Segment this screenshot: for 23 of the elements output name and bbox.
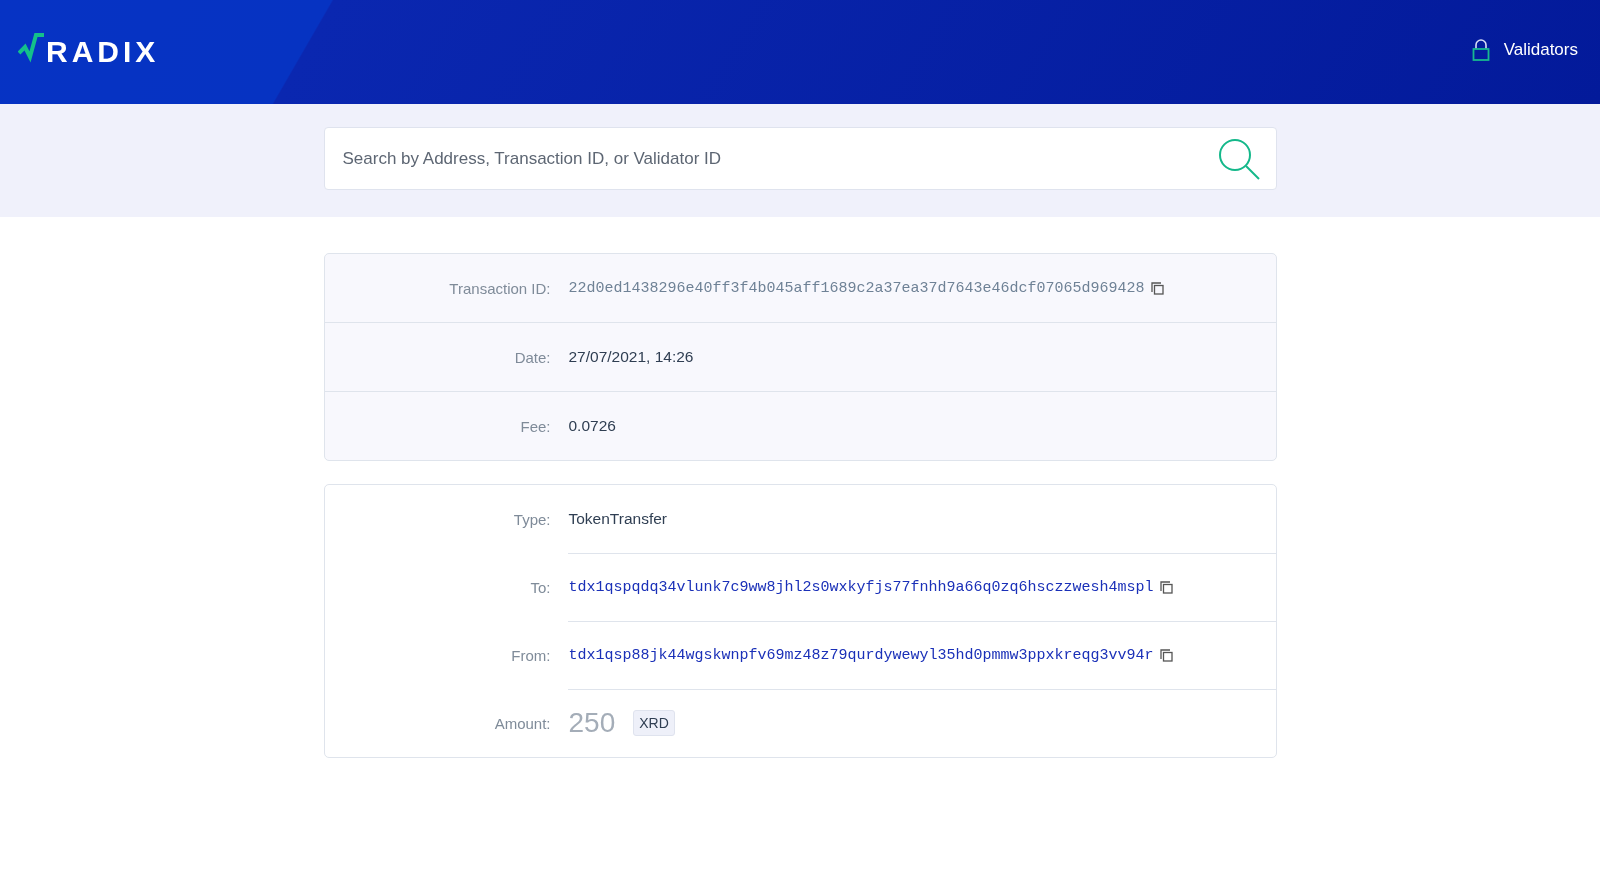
- field-value: 22d0ed1438296e40ff3f4b045aff1689c2a37ea37d7643e46dcf07065d969428: [568, 279, 1145, 297]
- amount-value: 250: [568, 707, 616, 739]
- copy-icon[interactable]: [1159, 580, 1173, 594]
- field-label: Amount:: [493, 714, 551, 732]
- logo-text: RADIX: [46, 37, 160, 67]
- field-label: From:: [510, 646, 551, 664]
- field-value: 0.0726: [568, 417, 616, 435]
- copy-icon[interactable]: [1159, 648, 1173, 662]
- copy-icon[interactable]: [1150, 281, 1164, 295]
- search-icon[interactable]: [1216, 137, 1261, 181]
- field-label: Transaction ID:: [448, 279, 551, 297]
- token-badge: XRD: [633, 710, 675, 736]
- search-field[interactable]: Search by Address, Transaction ID, or Validator ID: [323, 127, 1277, 190]
- address-link[interactable]: tdx1qspqdq34vlunk7c9ww8jhl2s0wxkyfjs77fnhh9a66q0zq6hsczzwesh4mspl: [568, 578, 1154, 596]
- field-label: Fee:: [519, 417, 551, 435]
- field-value: 27/07/2021, 14:26: [568, 348, 694, 366]
- field-label: Type:: [512, 510, 551, 528]
- nav-link[interactable]: Validators: [1467, 35, 1582, 65]
- field-value: TokenTransfer: [568, 510, 667, 528]
- field-label: Date:: [513, 348, 551, 366]
- field-label: To:: [529, 578, 551, 596]
- address-link[interactable]: tdx1qsp88jk44wgskwnpfv69mz48z79qurdywewyl35hd0pmmw3ppxkreqg3vv94r: [568, 646, 1154, 664]
- lock-icon: [1471, 39, 1490, 61]
